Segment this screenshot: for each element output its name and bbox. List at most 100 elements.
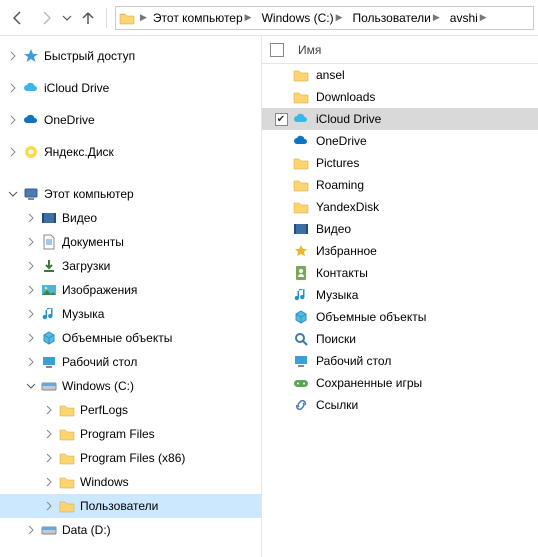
expand-icon[interactable] xyxy=(24,331,38,345)
list-item-favorites[interactable]: Избранное xyxy=(262,240,538,262)
back-button[interactable] xyxy=(4,4,32,32)
list-item-music[interactable]: Музыка xyxy=(262,284,538,306)
list-item-contacts[interactable]: Контакты xyxy=(262,262,538,284)
folder-icon xyxy=(292,66,310,84)
expand-icon[interactable] xyxy=(24,523,38,537)
breadcrumb-segment[interactable]: avshi▶ xyxy=(446,7,493,29)
tree-windows-folder[interactable]: Windows xyxy=(0,470,261,494)
list-item-3d[interactable]: Объемные объекты xyxy=(262,306,538,328)
breadcrumb-segment[interactable]: Windows (C:)▶ xyxy=(258,7,349,29)
drive-icon xyxy=(40,377,58,395)
expand-icon[interactable] xyxy=(42,475,56,489)
list-item-desktop[interactable]: Рабочий стол xyxy=(262,350,538,372)
tree-label: Загрузки xyxy=(62,259,110,273)
expand-icon[interactable] xyxy=(42,427,56,441)
item-label: Объемные объекты xyxy=(316,310,426,324)
tree-desktop[interactable]: Рабочий стол xyxy=(0,350,261,374)
item-label: Контакты xyxy=(316,266,368,280)
select-all-checkbox[interactable] xyxy=(270,43,284,57)
tree-pictures[interactable]: Изображения xyxy=(0,278,261,302)
tree-documents[interactable]: Документы xyxy=(0,230,261,254)
tree-onedrive[interactable]: OneDrive xyxy=(0,108,261,132)
item-label: Roaming xyxy=(316,178,364,192)
folder-icon xyxy=(292,198,310,216)
folder-icon xyxy=(292,176,310,194)
breadcrumb-segment[interactable]: Этот компьютер▶ xyxy=(149,7,258,29)
tree-drive-d[interactable]: Data (D:) xyxy=(0,518,261,542)
onedrive-icon xyxy=(22,111,40,129)
list-item-icloud-drive[interactable]: ✔iCloud Drive xyxy=(262,108,538,130)
list-item-roaming[interactable]: Roaming xyxy=(262,174,538,196)
folder-icon xyxy=(58,425,76,443)
item-label: Музыка xyxy=(316,288,358,302)
expand-icon[interactable] xyxy=(6,145,20,159)
expand-icon[interactable] xyxy=(42,403,56,417)
list-item-video[interactable]: Видео xyxy=(262,218,538,240)
list-item-downloads[interactable]: Downloads xyxy=(262,86,538,108)
expand-icon[interactable] xyxy=(24,235,38,249)
tree-drive-c[interactable]: Windows (C:) xyxy=(0,374,261,398)
forward-button[interactable] xyxy=(32,4,60,32)
expand-icon[interactable] xyxy=(6,187,20,201)
address-bar[interactable]: ▶Этот компьютер▶Windows (C:)▶Пользовател… xyxy=(115,6,534,30)
tree-label: Windows (C:) xyxy=(62,379,134,393)
expand-icon[interactable] xyxy=(24,283,38,297)
tree-music[interactable]: Музыка xyxy=(0,302,261,326)
tree-this-pc[interactable]: Этот компьютер xyxy=(0,182,261,206)
list-item-saved-games[interactable]: Сохраненные игры xyxy=(262,372,538,394)
desktop-icon xyxy=(40,353,58,371)
list-item-search[interactable]: Поиски xyxy=(262,328,538,350)
item-label: OneDrive xyxy=(316,134,367,148)
tree-downloads[interactable]: Загрузки xyxy=(0,254,261,278)
tree-quick-access[interactable]: Быстрый доступ xyxy=(0,44,261,68)
item-label: Видео xyxy=(316,222,351,236)
tree-users[interactable]: Пользователи xyxy=(0,494,261,518)
expand-icon[interactable] xyxy=(6,81,20,95)
tree-label: Пользователи xyxy=(80,499,158,513)
expand-icon[interactable] xyxy=(24,211,38,225)
item-checkbox[interactable]: ✔ xyxy=(275,113,288,126)
expand-icon[interactable] xyxy=(24,355,38,369)
folder-icon xyxy=(292,88,310,106)
tree-label: Объемные объекты xyxy=(62,331,172,345)
tree-perflogs[interactable]: PerfLogs xyxy=(0,398,261,422)
objects3d-icon xyxy=(292,308,310,326)
column-name[interactable]: Имя xyxy=(294,43,321,57)
breadcrumb-segment[interactable]: Пользователи▶ xyxy=(349,7,446,29)
objects3d-icon xyxy=(40,329,58,347)
up-button[interactable] xyxy=(74,4,102,32)
icloud-icon xyxy=(22,79,40,97)
expand-icon[interactable] xyxy=(24,259,38,273)
list-item-pictures[interactable]: Pictures xyxy=(262,152,538,174)
expand-icon[interactable] xyxy=(6,113,20,127)
list-item-onedrive[interactable]: OneDrive xyxy=(262,130,538,152)
tree-program-files[interactable]: Program Files xyxy=(0,422,261,446)
expand-icon[interactable] xyxy=(42,499,56,513)
tree-label: Изображения xyxy=(62,283,137,297)
item-label: Сохраненные игры xyxy=(316,376,422,390)
expand-icon[interactable] xyxy=(24,379,38,393)
tree-label: Рабочий стол xyxy=(62,355,137,369)
file-list-pane: Имя anselDownloads✔iCloud Drive OneDrive P… xyxy=(262,36,538,557)
documents-icon xyxy=(40,233,58,251)
list-item-links[interactable]: Ссылки xyxy=(262,394,538,416)
tree-yandex-disk[interactable]: Яндекс.Диск xyxy=(0,140,261,164)
tree-label: PerfLogs xyxy=(80,403,128,417)
tree-video[interactable]: Видео xyxy=(0,206,261,230)
downloads-icon xyxy=(40,257,58,275)
list-item-yandexdisk[interactable]: YandexDisk xyxy=(262,196,538,218)
expand-icon[interactable] xyxy=(42,451,56,465)
recent-locations-button[interactable] xyxy=(60,4,74,32)
tree-program-files-x86[interactable]: Program Files (x86) xyxy=(0,446,261,470)
tree-label: iCloud Drive xyxy=(44,81,109,95)
tree-3d[interactable]: Объемные объекты xyxy=(0,326,261,350)
contacts-icon xyxy=(292,264,310,282)
tree-icloud-drive[interactable]: iCloud Drive xyxy=(0,76,261,100)
icloud-icon xyxy=(292,110,310,128)
list-item-ansel[interactable]: ansel xyxy=(262,64,538,86)
file-list[interactable]: anselDownloads✔iCloud Drive OneDrive Pictu… xyxy=(262,64,538,416)
expand-icon[interactable] xyxy=(24,307,38,321)
pictures-icon xyxy=(40,281,58,299)
video-icon xyxy=(292,220,310,238)
expand-icon[interactable] xyxy=(6,49,20,63)
